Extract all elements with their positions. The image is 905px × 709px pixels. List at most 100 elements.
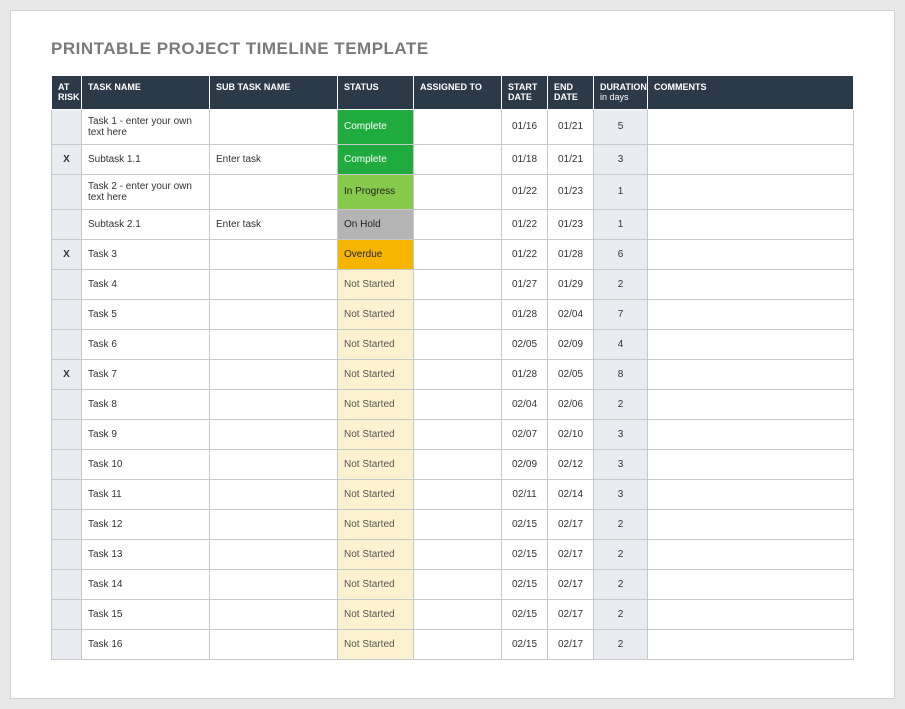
cell-assigned-to — [414, 144, 502, 174]
cell-assigned-to — [414, 539, 502, 569]
cell-task-name: Task 2 - enter your own text here — [82, 174, 210, 209]
cell-at-risk — [52, 109, 82, 144]
cell-at-risk: X — [52, 239, 82, 269]
cell-sub-task-name — [210, 269, 338, 299]
cell-start-date: 02/11 — [502, 479, 548, 509]
cell-duration: 2 — [594, 569, 648, 599]
cell-at-risk — [52, 569, 82, 599]
cell-sub-task-name — [210, 359, 338, 389]
cell-sub-task-name — [210, 509, 338, 539]
table-row: Task 2 - enter your own text here In Prog… — [52, 174, 854, 209]
cell-sub-task-name — [210, 449, 338, 479]
cell-task-name: Subtask 2.1 — [82, 209, 210, 239]
cell-sub-task-name — [210, 299, 338, 329]
cell-at-risk — [52, 269, 82, 299]
cell-at-risk — [52, 419, 82, 449]
cell-duration: 4 — [594, 329, 648, 359]
cell-start-date: 01/28 — [502, 299, 548, 329]
cell-start-date: 02/04 — [502, 389, 548, 419]
cell-sub-task-name — [210, 239, 338, 269]
cell-sub-task-name — [210, 329, 338, 359]
cell-sub-task-name — [210, 174, 338, 209]
cell-end-date: 01/23 — [548, 209, 594, 239]
cell-start-date: 02/15 — [502, 629, 548, 659]
cell-status: In Progress — [338, 174, 414, 209]
cell-status: Overdue — [338, 239, 414, 269]
cell-task-name: Task 4 — [82, 269, 210, 299]
cell-at-risk: X — [52, 144, 82, 174]
table-body: Task 1 - enter your own text here Complet… — [52, 109, 854, 659]
table-row: Subtask 2.1Enter taskOn Hold01/2201/231 — [52, 209, 854, 239]
cell-sub-task-name — [210, 109, 338, 144]
cell-task-name: Task 3 — [82, 239, 210, 269]
cell-comments — [648, 599, 854, 629]
table-row: Task 9Not Started02/0702/103 — [52, 419, 854, 449]
table-row: Task 15Not Started02/1502/172 — [52, 599, 854, 629]
cell-status: Complete — [338, 144, 414, 174]
cell-status: Complete — [338, 109, 414, 144]
cell-sub-task-name: Enter task — [210, 209, 338, 239]
header-duration-sub: in days — [600, 92, 641, 102]
cell-duration: 3 — [594, 144, 648, 174]
cell-end-date: 01/28 — [548, 239, 594, 269]
cell-comments — [648, 509, 854, 539]
cell-status: Not Started — [338, 329, 414, 359]
cell-assigned-to — [414, 479, 502, 509]
cell-assigned-to — [414, 419, 502, 449]
cell-at-risk — [52, 389, 82, 419]
cell-task-name: Subtask 1.1 — [82, 144, 210, 174]
cell-assigned-to — [414, 239, 502, 269]
cell-status: Not Started — [338, 479, 414, 509]
table-row: XTask 3Overdue01/2201/286 — [52, 239, 854, 269]
cell-comments — [648, 479, 854, 509]
cell-start-date: 01/18 — [502, 144, 548, 174]
cell-at-risk — [52, 329, 82, 359]
cell-end-date: 02/14 — [548, 479, 594, 509]
table-row: Task 16Not Started02/1502/172 — [52, 629, 854, 659]
cell-status: Not Started — [338, 359, 414, 389]
cell-status: Not Started — [338, 569, 414, 599]
cell-status: Not Started — [338, 449, 414, 479]
cell-duration: 2 — [594, 269, 648, 299]
cell-at-risk — [52, 479, 82, 509]
cell-sub-task-name — [210, 599, 338, 629]
cell-end-date: 01/29 — [548, 269, 594, 299]
cell-end-date: 02/12 — [548, 449, 594, 479]
cell-assigned-to — [414, 209, 502, 239]
cell-duration: 3 — [594, 449, 648, 479]
cell-task-name: Task 6 — [82, 329, 210, 359]
cell-sub-task-name — [210, 539, 338, 569]
cell-sub-task-name: Enter task — [210, 144, 338, 174]
table-row: Task 6Not Started02/0502/094 — [52, 329, 854, 359]
cell-sub-task-name — [210, 419, 338, 449]
header-comments: COMMENTS — [648, 76, 854, 110]
cell-task-name: Task 1 - enter your own text here — [82, 109, 210, 144]
cell-task-name: Task 15 — [82, 599, 210, 629]
cell-duration: 1 — [594, 209, 648, 239]
cell-duration: 8 — [594, 359, 648, 389]
cell-task-name: Task 5 — [82, 299, 210, 329]
cell-end-date: 02/10 — [548, 419, 594, 449]
cell-duration: 2 — [594, 389, 648, 419]
cell-status: Not Started — [338, 629, 414, 659]
table-row: Task 10Not Started02/0902/123 — [52, 449, 854, 479]
cell-start-date: 02/07 — [502, 419, 548, 449]
cell-duration: 2 — [594, 509, 648, 539]
cell-comments — [648, 389, 854, 419]
table-row: Task 8Not Started02/0402/062 — [52, 389, 854, 419]
cell-at-risk — [52, 629, 82, 659]
header-end-date: END DATE — [548, 76, 594, 110]
header-assigned-to: ASSIGNED TO — [414, 76, 502, 110]
cell-assigned-to — [414, 569, 502, 599]
timeline-table: AT RISK TASK NAME SUB TASK NAME STATUS A… — [51, 75, 854, 660]
cell-status: Not Started — [338, 389, 414, 419]
cell-duration: 2 — [594, 629, 648, 659]
cell-assigned-to — [414, 109, 502, 144]
cell-assigned-to — [414, 174, 502, 209]
cell-at-risk — [52, 599, 82, 629]
cell-end-date: 02/04 — [548, 299, 594, 329]
cell-task-name: Task 16 — [82, 629, 210, 659]
cell-status: On Hold — [338, 209, 414, 239]
cell-start-date: 02/15 — [502, 569, 548, 599]
header-status: STATUS — [338, 76, 414, 110]
